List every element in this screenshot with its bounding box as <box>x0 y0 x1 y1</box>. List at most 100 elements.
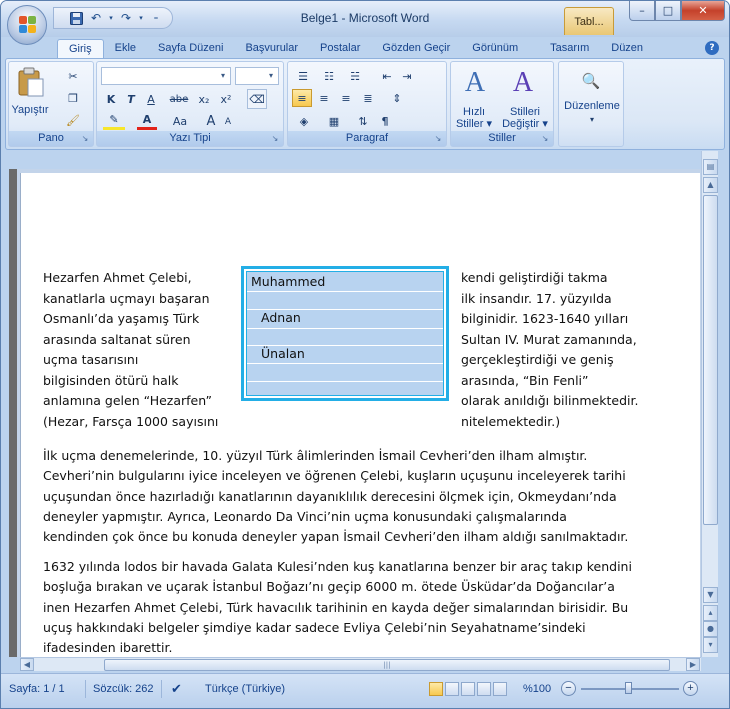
font-size-combo[interactable]: ▾ <box>235 67 279 85</box>
zoom-in-icon[interactable]: + <box>683 681 698 696</box>
left-column-text[interactable]: Hezarfen Ahmet Çelebi, kanatlarla uçmayı… <box>43 268 218 432</box>
text-line: Sultan IV. Murat zamanında, <box>461 331 637 347</box>
horizontal-scrollbar[interactable]: ◀ ||| ▶ <box>20 657 701 671</box>
font-color-icon[interactable]: A <box>137 112 157 130</box>
chevron-down-icon[interactable]: ▾ <box>264 68 278 84</box>
word-count[interactable]: Sözcük: 262 <box>93 683 154 695</box>
page-count[interactable]: Sayfa: 1 / 1 <box>9 683 65 695</box>
chevron-down-icon[interactable]: ▾ <box>216 68 230 84</box>
underline-button[interactable]: A <box>143 90 159 108</box>
scroll-right-icon[interactable]: ▶ <box>686 658 700 671</box>
increase-indent-icon[interactable]: ⇥ <box>398 67 416 85</box>
shrink-font-button[interactable]: A <box>221 113 235 131</box>
align-left-icon[interactable]: ≡ <box>292 89 312 107</box>
align-center-icon[interactable]: ≡ <box>314 89 334 107</box>
text-box-rule <box>247 291 443 292</box>
zoom-slider-knob[interactable] <box>625 682 632 694</box>
line-spacing-icon[interactable]: ⇕ <box>386 89 408 107</box>
text-line: arasında, “Bin Fenli” <box>461 372 589 388</box>
previous-page-icon[interactable]: ▴ <box>703 605 718 621</box>
subscript-button[interactable]: x₂ <box>195 90 213 108</box>
paragraph-1[interactable]: İlk uçma denemelerinde, 10. yüzyıl Türk … <box>43 446 683 547</box>
bold-button[interactable]: K <box>103 90 119 108</box>
zoom-out-icon[interactable]: − <box>561 681 576 696</box>
draft-view-icon[interactable] <box>493 682 507 696</box>
tab-gozden-gecir[interactable]: Gözden Geçir <box>371 39 461 59</box>
binoculars-icon[interactable]: 🔍 <box>577 68 605 94</box>
quick-styles-button[interactable]: Hızlı Stiller ▾ <box>451 106 497 130</box>
office-button[interactable] <box>7 5 47 45</box>
text-box[interactable]: Muhammed Adnan Ünalan <box>241 266 449 401</box>
language-indicator[interactable]: Türkçe (Türkiye) <box>205 683 285 695</box>
tab-tasarim[interactable]: Tasarım <box>539 39 600 59</box>
vertical-scroll-thumb[interactable] <box>703 195 718 525</box>
minimize-button[interactable]: – <box>629 1 655 21</box>
quick-styles-icon[interactable]: A <box>457 66 493 100</box>
proofing-icon[interactable]: ✔ <box>171 681 182 697</box>
italic-button[interactable]: T <box>123 90 139 108</box>
text-line: anlamına gelen “Hezarfen” <box>43 393 212 408</box>
change-case-button[interactable]: Aa <box>169 112 191 130</box>
clear-formatting-icon[interactable]: ⌫ <box>247 89 267 109</box>
styles-launcher-icon[interactable]: ↘ <box>540 134 550 144</box>
group-editing: 🔍 Düzenleme ▾ <box>558 61 624 147</box>
group-clipboard: Yapıştır ✂ ❐ 🖌 Pano ↘ <box>8 61 94 147</box>
decrease-indent-icon[interactable]: ⇤ <box>378 67 396 85</box>
context-tab-table-tools[interactable]: Tabl... <box>564 7 614 35</box>
ruler-toggle-icon[interactable]: ▤ <box>703 159 718 175</box>
scroll-down-icon[interactable]: ▼ <box>703 587 718 603</box>
help-icon[interactable]: ? <box>705 41 719 55</box>
change-styles-icon[interactable]: A <box>505 66 541 100</box>
font-launcher-icon[interactable]: ↘ <box>270 134 280 144</box>
text-line: ifadesinden ibarettir. <box>43 640 173 656</box>
text-line: bilgisinden ötürü halk <box>43 372 179 388</box>
sort-icon[interactable]: ⇅ <box>354 112 372 130</box>
change-styles-button[interactable]: Stilleri Değiştir ▾ <box>497 106 553 130</box>
tab-sayfa-duzeni[interactable]: Sayfa Düzeni <box>147 39 234 59</box>
paste-icon[interactable] <box>15 66 47 98</box>
grow-font-button[interactable]: A <box>203 112 219 130</box>
zoom-level[interactable]: %100 <box>523 683 551 695</box>
strikethrough-button[interactable]: abe <box>167 90 191 108</box>
scroll-left-icon[interactable]: ◀ <box>20 658 34 671</box>
highlight-icon[interactable]: ✎ <box>103 112 125 130</box>
tab-gorunum[interactable]: Görünüm <box>461 39 529 59</box>
maximize-button[interactable]: □ <box>655 1 681 21</box>
next-page-icon[interactable]: ▾ <box>703 637 718 653</box>
multilevel-list-icon[interactable]: ☵ <box>344 67 366 85</box>
change-styles-label-line1: Stilleri <box>510 106 540 118</box>
scroll-up-icon[interactable]: ▲ <box>703 177 718 193</box>
horizontal-scroll-thumb[interactable]: ||| <box>104 659 670 671</box>
paragraph-launcher-icon[interactable]: ↘ <box>433 134 443 144</box>
superscript-button[interactable]: x² <box>217 90 235 108</box>
borders-icon[interactable]: ▦ <box>322 112 346 130</box>
print-layout-view-icon[interactable] <box>429 682 443 696</box>
justify-icon[interactable]: ≣ <box>358 89 378 107</box>
tab-postalar[interactable]: Postalar <box>309 39 371 59</box>
right-column-text[interactable]: kendi geliştirdiği takma ilk insandır. 1… <box>461 268 638 432</box>
numbering-icon[interactable]: ☷ <box>318 67 340 85</box>
paragraph-2[interactable]: 1632 yılında lodos bir havada Galata Kul… <box>43 557 683 658</box>
tab-duzen[interactable]: Düzen <box>600 39 654 59</box>
clipboard-launcher-icon[interactable]: ↘ <box>80 134 90 144</box>
shading-icon[interactable]: ◈ <box>292 112 316 130</box>
vertical-scrollbar[interactable]: ▤ ▲ ▼ ▴ ● ▾ <box>701 151 718 657</box>
bullets-icon[interactable]: ☰ <box>292 67 314 85</box>
align-right-icon[interactable]: ≡ <box>336 89 356 107</box>
cut-icon[interactable]: ✂ <box>65 68 81 84</box>
tab-ekle[interactable]: Ekle <box>104 39 147 59</box>
outline-view-icon[interactable] <box>477 682 491 696</box>
web-layout-view-icon[interactable] <box>461 682 475 696</box>
close-button[interactable]: ✕ <box>681 1 725 21</box>
tab-giris[interactable]: Giriş <box>57 39 104 59</box>
full-screen-reading-view-icon[interactable] <box>445 682 459 696</box>
paste-button[interactable]: Yapıştır <box>9 104 51 116</box>
font-name-combo[interactable]: ▾ <box>101 67 231 85</box>
chevron-down-icon[interactable]: ▾ <box>585 114 599 124</box>
show-formatting-button[interactable]: ¶ <box>376 112 394 130</box>
copy-icon[interactable]: ❐ <box>65 90 81 106</box>
format-painter-icon[interactable]: 🖌 <box>65 112 81 128</box>
browse-object-icon[interactable]: ● <box>703 621 718 637</box>
editing-button[interactable]: Düzenleme <box>559 100 625 112</box>
tab-basvurular[interactable]: Başvurular <box>234 39 309 59</box>
